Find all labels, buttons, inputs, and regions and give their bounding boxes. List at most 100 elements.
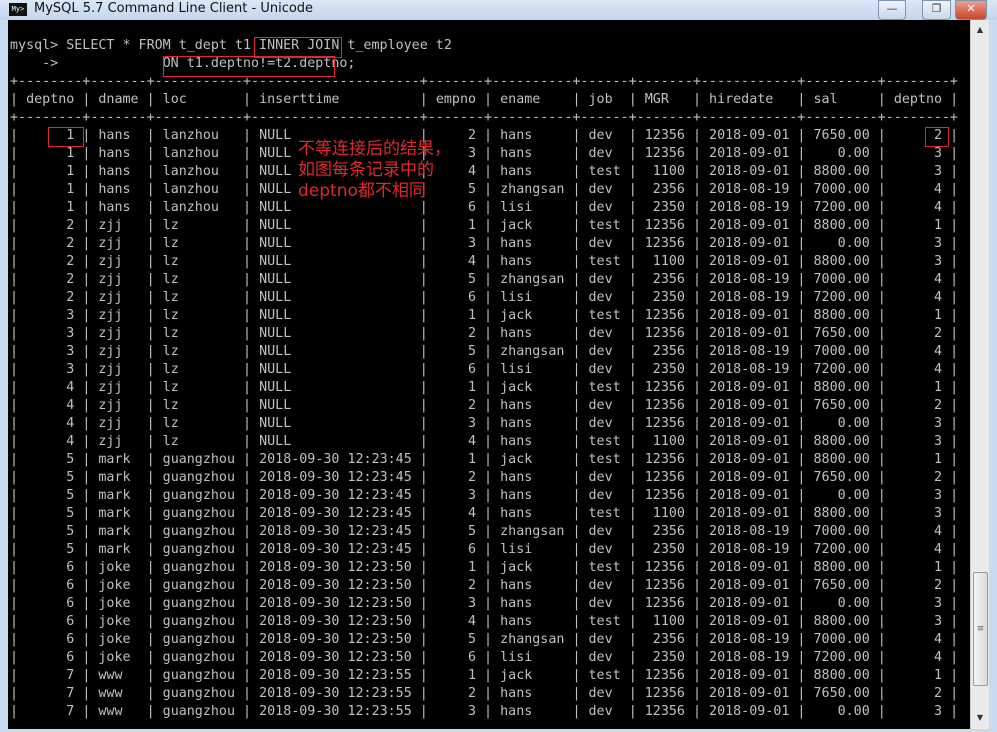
column-header: ename: [500, 92, 565, 107]
table-cell: 12356: [644, 416, 685, 431]
table-cell: 8800.00: [813, 614, 870, 629]
table-cell: lz: [162, 290, 235, 305]
table-cell: lz: [162, 398, 235, 413]
table-cell: 2018-09-01: [709, 614, 790, 629]
table-cell: 2: [893, 686, 943, 701]
table-cell: 4: [893, 200, 943, 215]
table-cell: lz: [162, 434, 235, 449]
table-cell: 7650.00: [813, 578, 870, 593]
table-cell: 7000.00: [813, 524, 870, 539]
table-cell: 2018-09-30 12:23:50: [259, 578, 412, 593]
table-cell: 4: [893, 344, 943, 359]
close-button[interactable]: ✕: [955, 0, 987, 20]
table-cell: NULL: [259, 218, 412, 233]
table-cell: 12356: [644, 668, 685, 683]
table-row: | 1 | hans | lanzhou | NULL | 6 | lisi |…: [10, 200, 959, 215]
scrollbar-thumb[interactable]: ≡: [973, 572, 988, 686]
table-cell: joke: [98, 578, 139, 593]
table-cell: lisi: [500, 290, 565, 305]
table-cell: joke: [98, 614, 139, 629]
table-cell: mark: [98, 452, 139, 467]
annotation: 不等连接后的结果， 如图每条记录中的 deptno都不相同: [298, 139, 451, 202]
table-cell: 4: [26, 434, 75, 449]
table-cell: lz: [162, 416, 235, 431]
table-cell: lisi: [500, 542, 565, 557]
table-row: | 5 | mark | guangzhou | 2018-09-30 12:2…: [10, 470, 959, 485]
table-cell: 2018-09-01: [709, 218, 790, 233]
table-cell: 2018-08-19: [709, 200, 790, 215]
table-cell: 1: [435, 668, 477, 683]
console-text: mysql> SELECT * FROM t_dept t1 INNER JOI…: [10, 37, 958, 721]
table-cell: 3: [893, 506, 943, 521]
table-cell: 2018-09-01: [709, 254, 790, 269]
mysql-console-icon[interactable]: My>: [9, 3, 27, 16]
table-cell: 8800.00: [813, 218, 870, 233]
table-border: +--------+-------+-----------+----------…: [10, 110, 958, 125]
table-cell: 6: [26, 596, 75, 611]
table-cell: 3: [435, 236, 477, 251]
table-cell: 2018-09-01: [709, 326, 790, 341]
table-cell: 3: [435, 416, 477, 431]
column-header: MGR: [644, 92, 685, 107]
table-cell: dev: [588, 650, 621, 665]
table-cell: 1: [435, 452, 477, 467]
table-row: | 4 | zjj | lz | NULL | 3 | hans | dev |…: [10, 416, 959, 431]
table-cell: lz: [162, 254, 235, 269]
table-cell: 2018-08-19: [709, 272, 790, 287]
table-cell: lz: [162, 236, 235, 251]
table-row: | 2 | zjj | lz | NULL | 3 | hans | dev |…: [10, 236, 959, 251]
table-cell: 8800.00: [813, 452, 870, 467]
table-cell: www: [98, 686, 139, 701]
table-row: | 7 | www | guangzhou | 2018-09-30 12:23…: [10, 668, 959, 683]
annotation-line: 如图每条记录中的: [298, 160, 434, 180]
column-header: deptno: [893, 92, 943, 107]
table-row: | 7 | www | guangzhou | 2018-09-30 12:23…: [10, 686, 959, 701]
table-cell: dev: [588, 236, 621, 251]
table-cell: 2018-08-19: [709, 290, 790, 305]
table-cell: 8800.00: [813, 380, 870, 395]
table-cell: 12356: [644, 326, 685, 341]
highlight-join-condition: [163, 56, 335, 77]
table-cell: guangzhou: [162, 632, 235, 647]
table-cell: 2018-09-30 12:23:55: [259, 668, 412, 683]
minimize-button[interactable]: —: [878, 0, 906, 20]
table-cell: lz: [162, 344, 235, 359]
table-cell: guangzhou: [162, 668, 235, 683]
table-cell: 7200.00: [813, 200, 870, 215]
restore-button[interactable]: ❐: [922, 0, 951, 20]
table-cell: lisi: [500, 200, 565, 215]
vertical-scrollbar[interactable]: ▲ ≡ ▼: [970, 20, 989, 729]
table-cell: 3: [26, 344, 75, 359]
table-cell: 6: [26, 578, 75, 593]
table-cell: 2: [26, 254, 75, 269]
table-cell: 2018-09-01: [709, 128, 790, 143]
table-cell: 7: [26, 704, 75, 719]
table-cell: dev: [588, 596, 621, 611]
table-cell: 2018-08-19: [709, 632, 790, 647]
table-cell: zjj: [98, 254, 139, 269]
table-cell: test: [588, 434, 621, 449]
table-cell: hans: [500, 326, 565, 341]
table-cell: test: [588, 506, 621, 521]
table-row: | 4 | zjj | lz | NULL | 4 | hans | test …: [10, 434, 959, 449]
scroll-up-icon[interactable]: ▲: [971, 22, 989, 38]
table-cell: 8800.00: [813, 164, 870, 179]
table-cell: hans: [500, 578, 565, 593]
table-cell: jack: [500, 308, 565, 323]
scroll-down-icon[interactable]: ▼: [971, 710, 989, 726]
table-cell: hans: [500, 506, 565, 521]
table-cell: zhangsan: [500, 182, 565, 197]
table-cell: zjj: [98, 272, 139, 287]
table-cell: 2350: [644, 650, 685, 665]
table-cell: 2356: [644, 272, 685, 287]
table-cell: 2018-09-30 12:23:50: [259, 614, 412, 629]
table-cell: 2350: [644, 290, 685, 305]
terminal-output[interactable]: mysql> SELECT * FROM t_dept t1 INNER JOI…: [8, 20, 970, 729]
table-cell: guangzhou: [162, 578, 235, 593]
table-cell: 1: [26, 146, 75, 161]
window-title: MySQL 5.7 Command Line Client - Unicode: [34, 1, 314, 16]
table-cell: 7000.00: [813, 344, 870, 359]
table-cell: dev: [588, 128, 621, 143]
table-cell: 5: [26, 470, 75, 485]
table-cell: 4: [26, 380, 75, 395]
